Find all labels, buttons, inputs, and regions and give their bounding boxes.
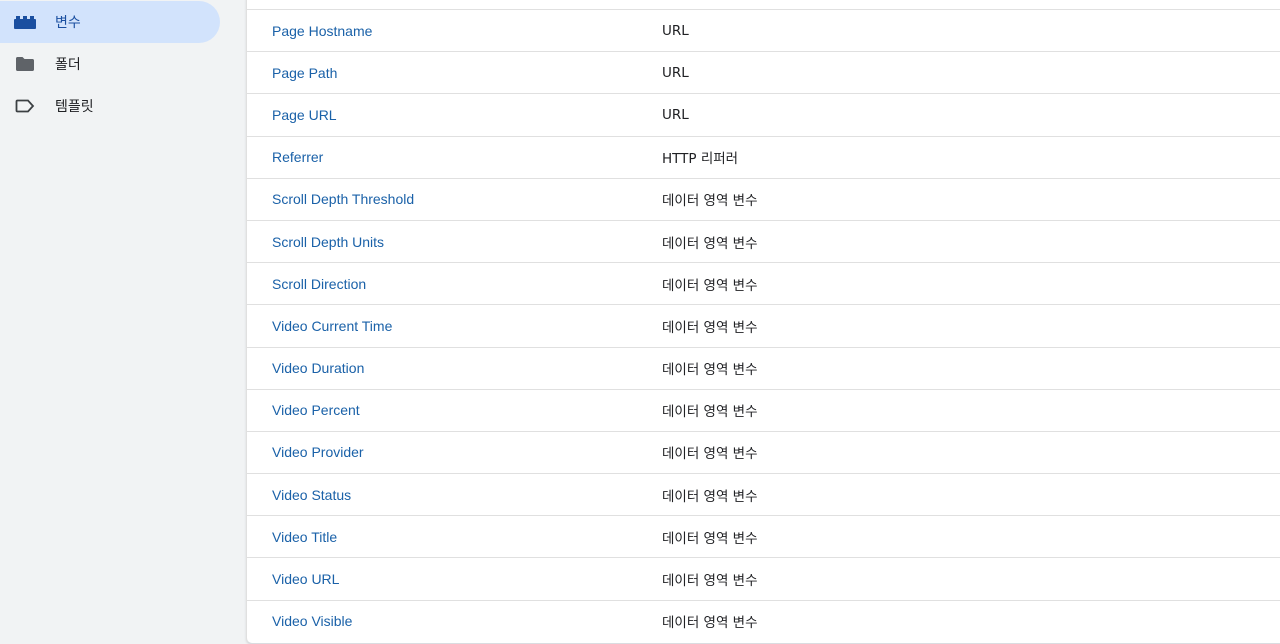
variable-type: 데이터 영역 변수 bbox=[662, 362, 758, 379]
variable-name-link[interactable]: Page URL bbox=[272, 94, 337, 135]
variable-name-link[interactable]: Video Status bbox=[272, 474, 351, 515]
variable-type: 데이터 영역 변수 bbox=[662, 404, 758, 421]
table-row[interactable]: Referrer HTTP 리퍼러 bbox=[247, 135, 1280, 178]
variable-type: URL bbox=[662, 64, 689, 81]
variable-type: URL bbox=[662, 106, 689, 123]
sidebar-item-folders[interactable]: 폴더 bbox=[0, 43, 220, 85]
variable-type: 데이터 영역 변수 bbox=[662, 235, 758, 252]
table-row[interactable]: Video Visible 데이터 영역 변수 bbox=[247, 599, 1280, 642]
table-row[interactable]: Video Status 데이터 영역 변수 bbox=[247, 473, 1280, 515]
tag-label-icon bbox=[14, 95, 36, 117]
sidebar-item-templates[interactable]: 템플릿 bbox=[0, 85, 220, 127]
variable-name-link[interactable]: Video Duration bbox=[272, 348, 364, 389]
variable-name-link[interactable]: Video URL bbox=[272, 558, 339, 599]
variable-name-link[interactable]: Video Provider bbox=[272, 432, 364, 473]
folder-icon bbox=[14, 53, 36, 75]
variable-type: 데이터 영역 변수 bbox=[662, 573, 758, 590]
sidebar-item-label: 폴더 bbox=[55, 57, 81, 73]
variable-name-link[interactable]: Video Current Time bbox=[272, 305, 392, 346]
table-row[interactable]: Video Duration 데이터 영역 변수 bbox=[247, 346, 1280, 389]
variable-type: 데이터 영역 변수 bbox=[662, 615, 758, 632]
variable-type: 데이터 영역 변수 bbox=[662, 488, 758, 505]
variable-name-link[interactable]: Scroll Direction bbox=[272, 263, 366, 304]
variable-name-link[interactable]: Scroll Depth Threshold bbox=[272, 179, 414, 220]
sidebar-item-label: 템플릿 bbox=[55, 99, 94, 115]
variable-name-link[interactable]: Video Visible bbox=[272, 601, 352, 642]
variables-blocks-icon bbox=[14, 11, 36, 33]
variables-table-card: Page Hostname URL Page Path URL Page URL URL R… bbox=[246, 0, 1280, 644]
variable-type: HTTP 리퍼러 bbox=[662, 151, 739, 168]
variable-type: 데이터 영역 변수 bbox=[662, 319, 758, 336]
table-row[interactable]: Page URL URL bbox=[247, 93, 1280, 135]
table-row[interactable]: Video Current Time 데이터 영역 변수 bbox=[247, 304, 1280, 346]
variable-type: 데이터 영역 변수 bbox=[662, 193, 758, 210]
table-row[interactable]: Scroll Depth Threshold 데이터 영역 변수 bbox=[247, 177, 1280, 220]
table-row[interactable]: Page Path URL bbox=[247, 51, 1280, 93]
sidebar: 변수 폴더 템플릿 bbox=[0, 0, 230, 644]
variable-name-link[interactable]: Video Percent bbox=[272, 390, 360, 431]
variables-table: Page Hostname URL Page Path URL Page URL URL R… bbox=[247, 9, 1280, 642]
table-row[interactable]: Video Provider 데이터 영역 변수 bbox=[247, 430, 1280, 473]
variable-type: URL bbox=[662, 22, 689, 39]
variable-name-link[interactable]: Scroll Depth Units bbox=[272, 221, 384, 262]
table-row[interactable]: Video URL 데이터 영역 변수 bbox=[247, 557, 1280, 599]
table-row[interactable]: Scroll Direction 데이터 영역 변수 bbox=[247, 262, 1280, 304]
variable-name-link[interactable]: Referrer bbox=[272, 137, 323, 178]
table-row[interactable]: Video Title 데이터 영역 변수 bbox=[247, 515, 1280, 557]
variable-type: 데이터 영역 변수 bbox=[662, 530, 758, 547]
variable-name-link[interactable]: Video Title bbox=[272, 516, 337, 557]
variable-type: 데이터 영역 변수 bbox=[662, 446, 758, 463]
sidebar-item-label: 변수 bbox=[55, 15, 81, 31]
table-row[interactable]: Scroll Depth Units 데이터 영역 변수 bbox=[247, 219, 1280, 262]
variable-name-link[interactable]: Page Hostname bbox=[272, 10, 372, 51]
app-root: 변수 폴더 템플릿 Page Hostname URL Page Path URL Pa… bbox=[0, 0, 1280, 644]
table-row[interactable]: Page Hostname URL bbox=[247, 9, 1280, 51]
table-row[interactable]: Video Percent 데이터 영역 변수 bbox=[247, 388, 1280, 431]
variable-type: 데이터 영역 변수 bbox=[662, 277, 758, 294]
sidebar-item-variables[interactable]: 변수 bbox=[0, 1, 220, 43]
variable-name-link[interactable]: Page Path bbox=[272, 52, 337, 93]
